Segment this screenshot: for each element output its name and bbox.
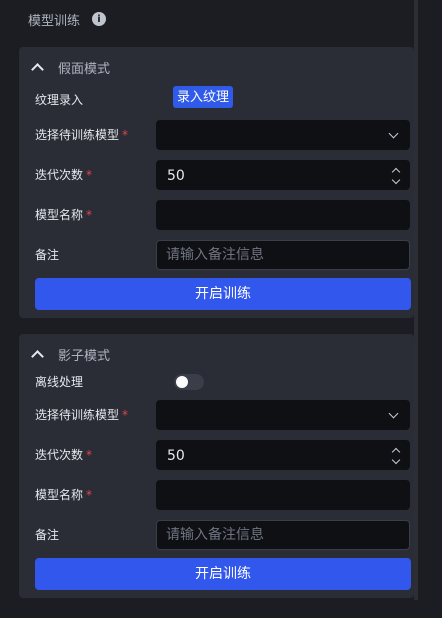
model-select-dropdown[interactable]: [156, 120, 410, 150]
model-name-label: 模型名称 *: [35, 208, 93, 222]
panel-title: 影子模式: [58, 348, 111, 364]
iterations-value: 50: [167, 168, 185, 184]
page-title: 模型训练: [28, 13, 81, 29]
note-label: 备注: [35, 248, 60, 262]
texture-label: 纹理录入: [35, 93, 84, 107]
model-select-row: 选择待训练模型 *: [35, 120, 411, 150]
note-row: 备注: [35, 240, 411, 270]
iterations-row: 迭代次数 * 50: [35, 440, 411, 470]
start-training-button[interactable]: 开启训练: [35, 558, 411, 590]
model-select-label: 选择待训练模型 *: [35, 128, 129, 142]
required-mark: *: [122, 408, 129, 422]
info-icon[interactable]: i: [92, 12, 107, 26]
required-mark: *: [122, 128, 129, 142]
model-name-field[interactable]: [157, 201, 409, 229]
chevron-up-icon: [31, 62, 44, 76]
iterations-row: 迭代次数 * 50: [35, 160, 411, 190]
required-mark: *: [86, 448, 93, 462]
model-select-label: 选择待训练模型 *: [35, 408, 129, 422]
page-header: 模型训练 i: [28, 8, 107, 30]
note-field[interactable]: [157, 241, 409, 269]
note-label: 备注: [35, 528, 60, 542]
iterations-stepper[interactable]: 50: [156, 440, 410, 470]
iterations-stepper[interactable]: 50: [156, 160, 410, 190]
toggle-knob: [176, 376, 188, 388]
mask-mode-panel: 假面模式 纹理录入 录入纹理 选择待训练模型 * 迭代次数 * 50 模型名称 * 备…: [19, 47, 414, 318]
model-name-row: 模型名称 *: [35, 200, 411, 230]
model-name-field[interactable]: [157, 481, 409, 509]
model-select-dropdown[interactable]: [156, 400, 410, 430]
iterations-label: 迭代次数 *: [35, 448, 93, 462]
offline-row: 离线处理: [35, 367, 411, 397]
note-input[interactable]: [156, 520, 410, 550]
chevron-down-icon: [388, 128, 399, 139]
spinner-arrows-icon[interactable]: [391, 446, 401, 466]
scrollbar-track[interactable]: [414, 0, 418, 600]
model-name-input[interactable]: [156, 480, 410, 510]
model-name-row: 模型名称 *: [35, 480, 411, 510]
start-training-button[interactable]: 开启训练: [35, 278, 411, 310]
shadow-mode-panel: 影子模式 离线处理 选择待训练模型* 迭代次数* 50 模型名称* 备注 开启训…: [19, 334, 414, 598]
note-input[interactable]: [156, 240, 410, 270]
required-mark: *: [86, 168, 93, 182]
model-name-label: 模型名称 *: [35, 488, 93, 502]
mask-mode-collapse-toggle[interactable]: 假面模式: [31, 57, 111, 77]
texture-row: 纹理录入 录入纹理: [35, 85, 411, 115]
note-field[interactable]: [157, 521, 409, 549]
required-mark: *: [86, 488, 93, 502]
iterations-label: 迭代次数 *: [35, 168, 93, 182]
record-texture-button[interactable]: 录入纹理: [173, 86, 234, 108]
spinner-arrows-icon[interactable]: [391, 166, 401, 186]
panel-title: 假面模式: [58, 61, 111, 77]
offline-toggle[interactable]: [174, 374, 204, 390]
model-select-row: 选择待训练模型 *: [35, 400, 411, 430]
iterations-value: 50: [167, 448, 185, 464]
required-mark: *: [86, 208, 93, 222]
chevron-up-icon: [31, 349, 44, 363]
chevron-down-icon: [388, 408, 399, 419]
note-row: 备注: [35, 520, 411, 550]
model-name-input[interactable]: [156, 200, 410, 230]
shadow-mode-collapse-toggle[interactable]: 影子模式: [31, 344, 111, 364]
offline-label: 离线处理: [35, 375, 84, 389]
